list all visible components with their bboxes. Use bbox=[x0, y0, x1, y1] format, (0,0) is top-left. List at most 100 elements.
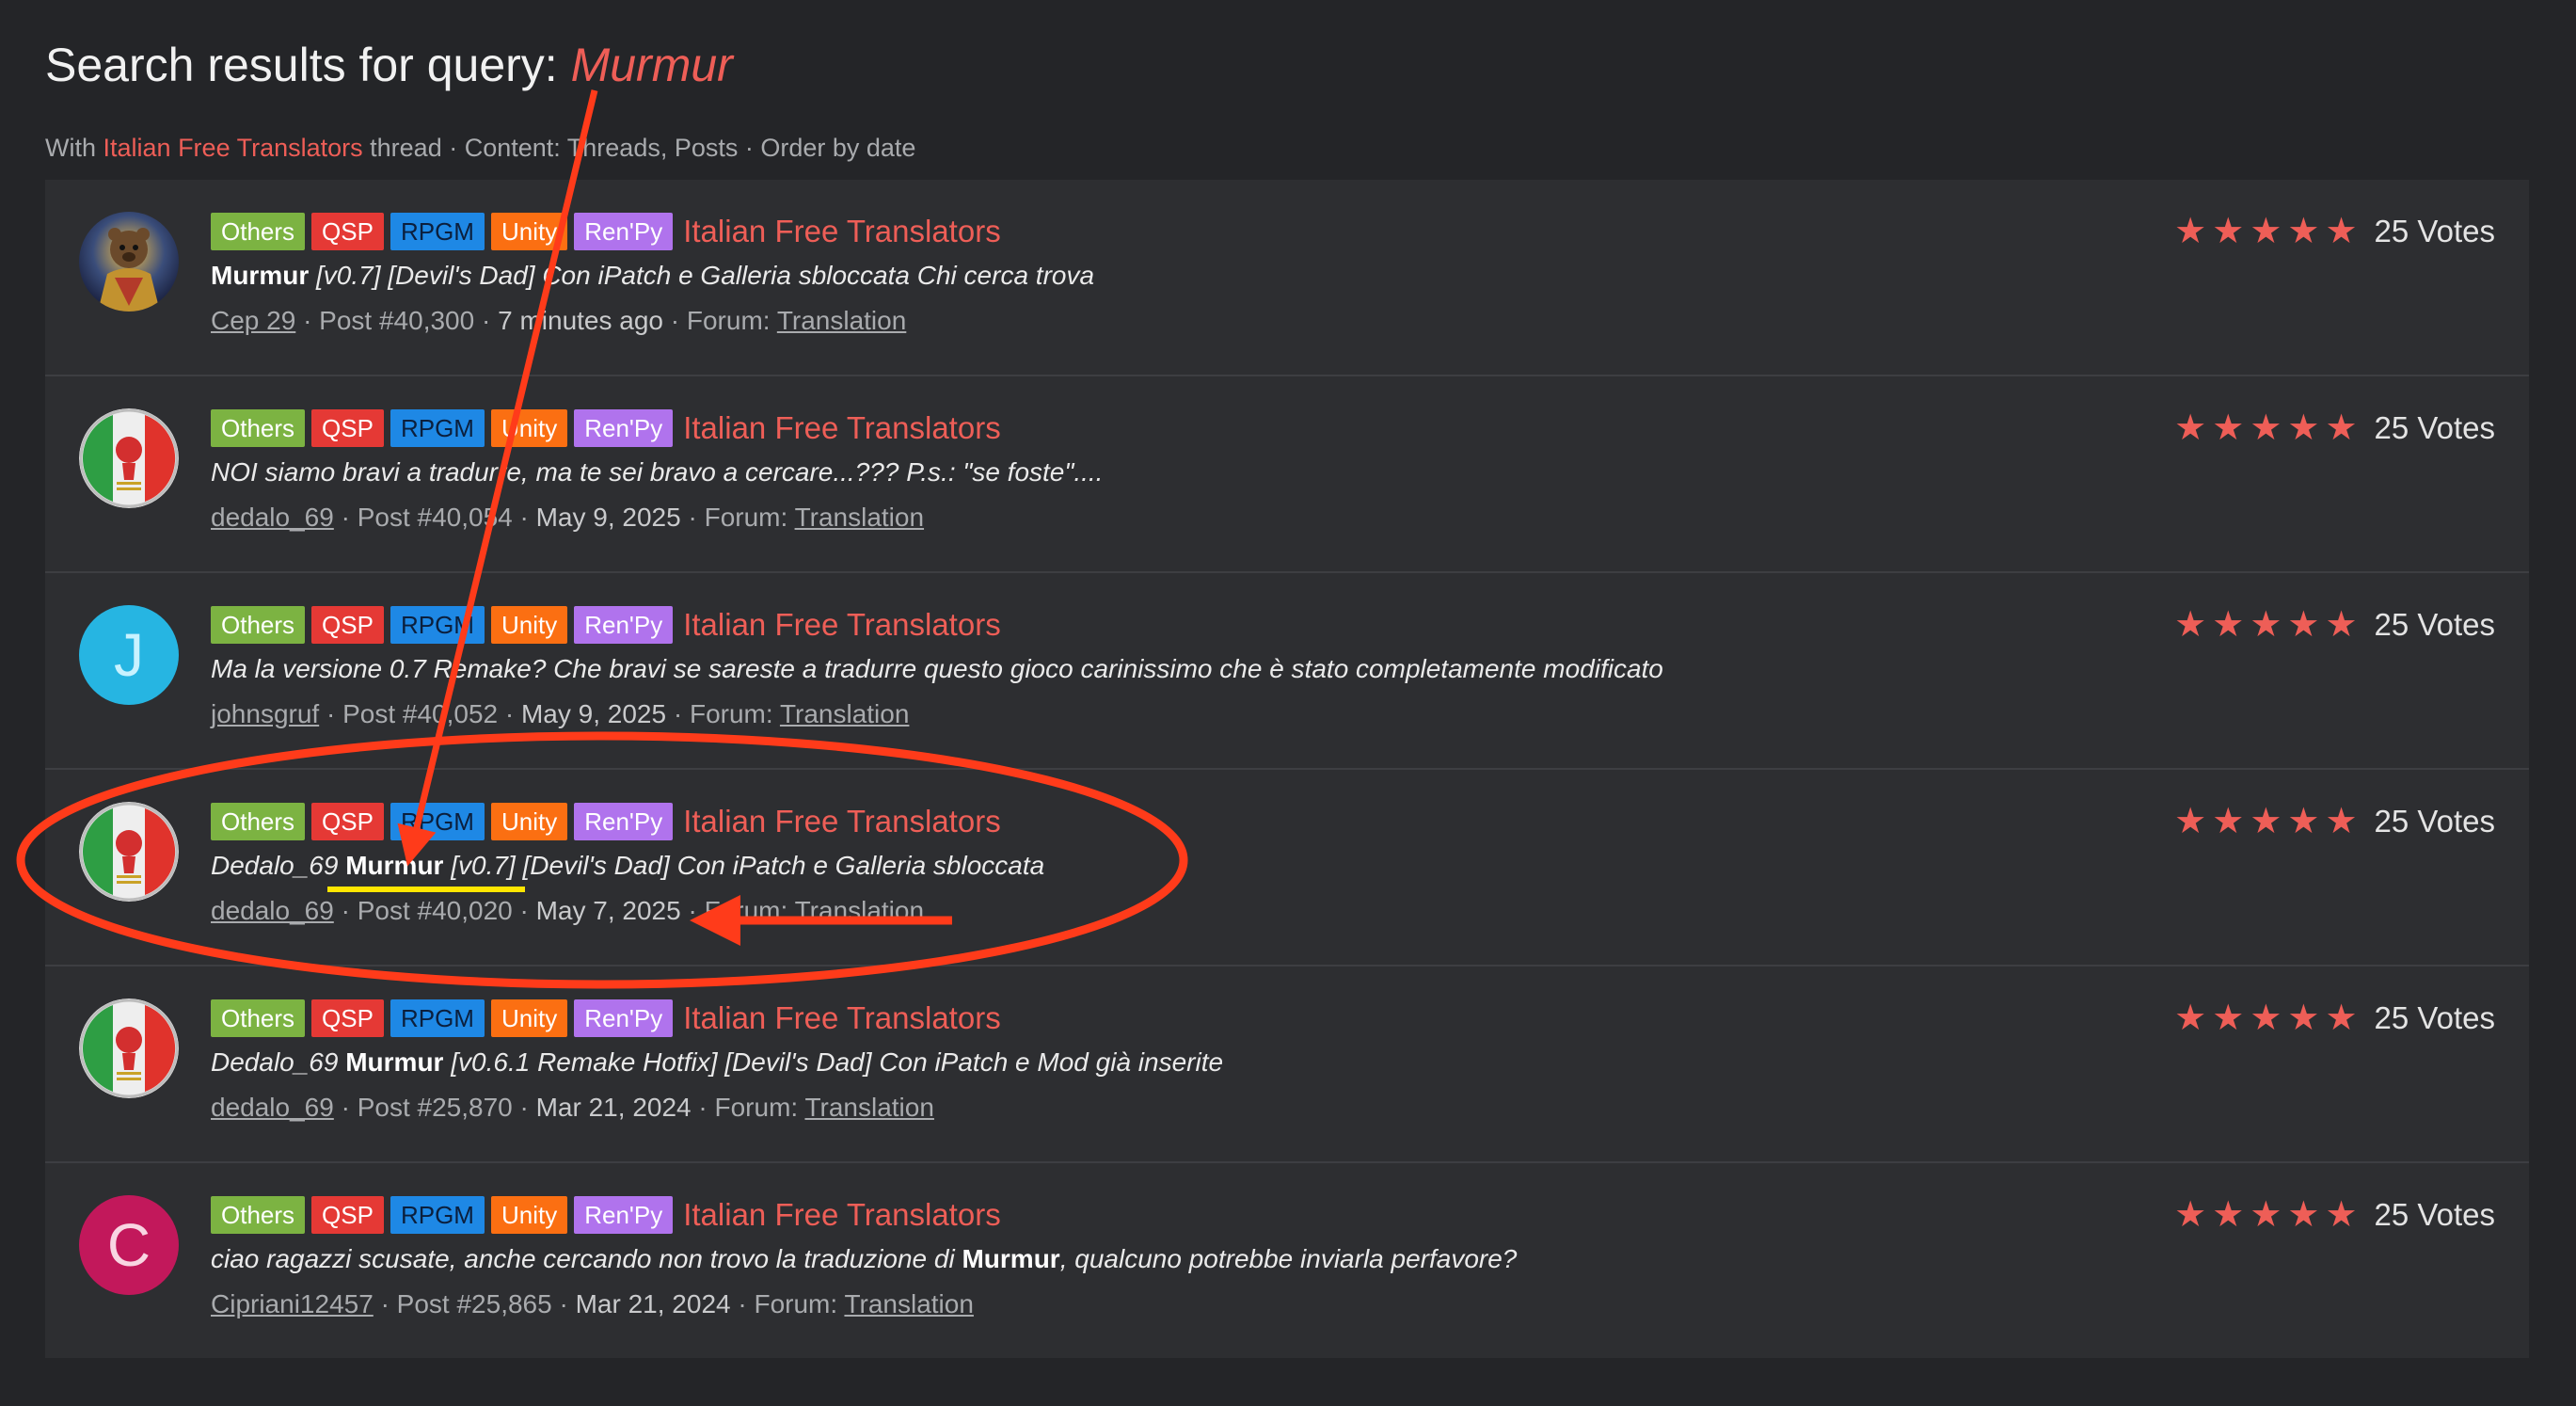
author-link[interactable]: dedalo_69 bbox=[211, 896, 334, 925]
tag-others[interactable]: Others bbox=[211, 409, 306, 447]
post-date: Mar 21, 2024 bbox=[575, 1289, 731, 1318]
tag-rpgm[interactable]: RPGM bbox=[390, 213, 485, 250]
avatar[interactable] bbox=[79, 999, 179, 1098]
thread-title-link[interactable]: Italian Free Translators bbox=[683, 607, 1000, 643]
result-snippet[interactable]: NOI siamo bravi a tradurre, ma te sei br… bbox=[211, 457, 1103, 487]
forum-link[interactable]: Translation bbox=[795, 503, 924, 532]
tag-unity[interactable]: Unity bbox=[490, 803, 568, 840]
tag-unity[interactable]: Unity bbox=[490, 409, 568, 447]
result-meta: johnsgruf · Post #40,052 · May 9, 2025 ·… bbox=[211, 699, 909, 729]
tag-others[interactable]: Others bbox=[211, 999, 306, 1037]
result-meta: dedalo_69 · Post #25,870 · Mar 21, 2024 … bbox=[211, 1093, 934, 1123]
star-icon: ★ bbox=[2287, 999, 2320, 1038]
star-icon: ★ bbox=[2212, 408, 2245, 448]
tag-renpy[interactable]: Ren'Py bbox=[574, 409, 674, 447]
star-icon: ★ bbox=[2212, 802, 2245, 841]
tag-qsp[interactable]: QSP bbox=[311, 999, 384, 1037]
post-number: · Post #40,054 · bbox=[341, 503, 529, 532]
result-row[interactable]: Others QSP RPGM Unity Ren'Py Italian Fre… bbox=[45, 180, 2529, 376]
avatar[interactable] bbox=[79, 212, 179, 312]
page-title: Search results for query: Murmur bbox=[45, 38, 733, 92]
tag-unity[interactable]: Unity bbox=[490, 999, 568, 1037]
star-icon: ★ bbox=[2174, 1195, 2207, 1235]
avatar[interactable] bbox=[79, 408, 179, 508]
tag-rpgm[interactable]: RPGM bbox=[390, 1196, 485, 1234]
italian-flag-icon bbox=[79, 802, 179, 902]
star-icon: ★ bbox=[2250, 802, 2282, 841]
thread-title-link[interactable]: Italian Free Translators bbox=[683, 214, 1000, 249]
avatar-letter: C bbox=[106, 1211, 151, 1279]
result-snippet[interactable]: Ma la versione 0.7 Remake? Che bravi se … bbox=[211, 654, 1663, 684]
thread-prefix-line: Others QSP RPGM Unity Ren'Py Italian Fre… bbox=[211, 1195, 1001, 1235]
tag-renpy[interactable]: Ren'Py bbox=[574, 213, 674, 250]
post-date: May 7, 2025 bbox=[535, 896, 681, 925]
tag-rpgm[interactable]: RPGM bbox=[390, 409, 485, 447]
author-link[interactable]: Cipriani12457 bbox=[211, 1289, 374, 1318]
star-icon: ★ bbox=[2174, 605, 2207, 645]
result-snippet[interactable]: Dedalo_69 Murmur [v0.6.1 Remake Hotfix] … bbox=[211, 1047, 1223, 1078]
forum-link[interactable]: Translation bbox=[777, 306, 906, 335]
thread-prefix-line: Others QSP RPGM Unity Ren'Py Italian Fre… bbox=[211, 999, 1001, 1038]
forum-link[interactable]: Translation bbox=[795, 896, 924, 925]
thread-title-link[interactable]: Italian Free Translators bbox=[683, 804, 1000, 839]
snippet-text: NOI siamo bravi a tradurre, ma te sei br… bbox=[211, 457, 1104, 487]
star-icon: ★ bbox=[2287, 212, 2320, 251]
tag-unity[interactable]: Unity bbox=[490, 1196, 568, 1234]
avatar[interactable]: J bbox=[79, 605, 179, 705]
tag-others[interactable]: Others bbox=[211, 803, 306, 840]
result-meta: Cep 29 · Post #40,300 · 7 minutes ago · … bbox=[211, 306, 906, 336]
tag-qsp[interactable]: QSP bbox=[311, 409, 384, 447]
votes-count: 25 Votes bbox=[2374, 607, 2495, 642]
thread-title-link[interactable]: Italian Free Translators bbox=[683, 1197, 1000, 1233]
tag-renpy[interactable]: Ren'Py bbox=[574, 999, 674, 1037]
tag-others[interactable]: Others bbox=[211, 1196, 306, 1234]
result-row[interactable]: Others QSP RPGM Unity Ren'Py Italian Fre… bbox=[45, 770, 2529, 967]
author-link[interactable]: dedalo_69 bbox=[211, 503, 334, 532]
thread-prefix-line: Others QSP RPGM Unity Ren'Py Italian Fre… bbox=[211, 802, 1001, 841]
author-link[interactable]: johnsgruf bbox=[211, 699, 319, 728]
tag-rpgm[interactable]: RPGM bbox=[390, 606, 485, 644]
star-icon: ★ bbox=[2250, 605, 2282, 645]
result-row[interactable]: J Others QSP RPGM Unity Ren'Py Italian F… bbox=[45, 573, 2529, 770]
result-row[interactable]: Others QSP RPGM Unity Ren'Py Italian Fre… bbox=[45, 376, 2529, 573]
thread-prefix-line: Others QSP RPGM Unity Ren'Py Italian Fre… bbox=[211, 605, 1001, 645]
tag-others[interactable]: Others bbox=[211, 606, 306, 644]
author-link[interactable]: dedalo_69 bbox=[211, 1093, 334, 1122]
forum-link[interactable]: Translation bbox=[780, 699, 909, 728]
avatar-letter: J bbox=[114, 621, 144, 689]
result-snippet[interactable]: ciao ragazzi scusate, anche cercando non… bbox=[211, 1244, 1517, 1274]
tag-qsp[interactable]: QSP bbox=[311, 1196, 384, 1234]
thread-title-link[interactable]: Italian Free Translators bbox=[683, 410, 1000, 446]
star-icon: ★ bbox=[2250, 212, 2282, 251]
forum-link[interactable]: Translation bbox=[844, 1289, 973, 1318]
tag-unity[interactable]: Unity bbox=[490, 606, 568, 644]
result-row[interactable]: C Others QSP RPGM Unity Ren'Py Italian F… bbox=[45, 1163, 2529, 1360]
avatar[interactable]: C bbox=[79, 1195, 179, 1295]
tag-qsp[interactable]: QSP bbox=[311, 606, 384, 644]
result-snippet[interactable]: Murmur [v0.7] [Devil's Dad] Con iPatch e… bbox=[211, 261, 1094, 291]
tag-rpgm[interactable]: RPGM bbox=[390, 999, 485, 1037]
result-snippet[interactable]: Dedalo_69 Murmur [v0.7] [Devil's Dad] Co… bbox=[211, 851, 1044, 881]
filter-thread-link[interactable]: Italian Free Translators bbox=[103, 134, 363, 162]
tag-qsp[interactable]: QSP bbox=[311, 213, 384, 250]
forum-link[interactable]: Translation bbox=[804, 1093, 933, 1122]
snippet-text: Dedalo_69 bbox=[211, 851, 346, 880]
avatar[interactable] bbox=[79, 802, 179, 902]
tag-rpgm[interactable]: RPGM bbox=[390, 803, 485, 840]
star-icon: ★ bbox=[2325, 408, 2358, 448]
tag-unity[interactable]: Unity bbox=[490, 213, 568, 250]
result-row[interactable]: Others QSP RPGM Unity Ren'Py Italian Fre… bbox=[45, 967, 2529, 1163]
tag-renpy[interactable]: Ren'Py bbox=[574, 1196, 674, 1234]
post-date: May 9, 2025 bbox=[520, 699, 667, 728]
star-icon: ★ bbox=[2287, 802, 2320, 841]
snippet-text: Ma la versione 0.7 Remake? Che bravi se … bbox=[211, 654, 1663, 683]
tag-qsp[interactable]: QSP bbox=[311, 803, 384, 840]
star-icon: ★ bbox=[2325, 802, 2358, 841]
tag-renpy[interactable]: Ren'Py bbox=[574, 606, 674, 644]
tag-others[interactable]: Others bbox=[211, 213, 306, 250]
thread-title-link[interactable]: Italian Free Translators bbox=[683, 1000, 1000, 1036]
tag-renpy[interactable]: Ren'Py bbox=[574, 803, 674, 840]
snippet-highlight: Murmur bbox=[345, 851, 444, 880]
author-link[interactable]: Cep 29 bbox=[211, 306, 295, 335]
post-number: · Post #40,300 · bbox=[303, 306, 491, 335]
